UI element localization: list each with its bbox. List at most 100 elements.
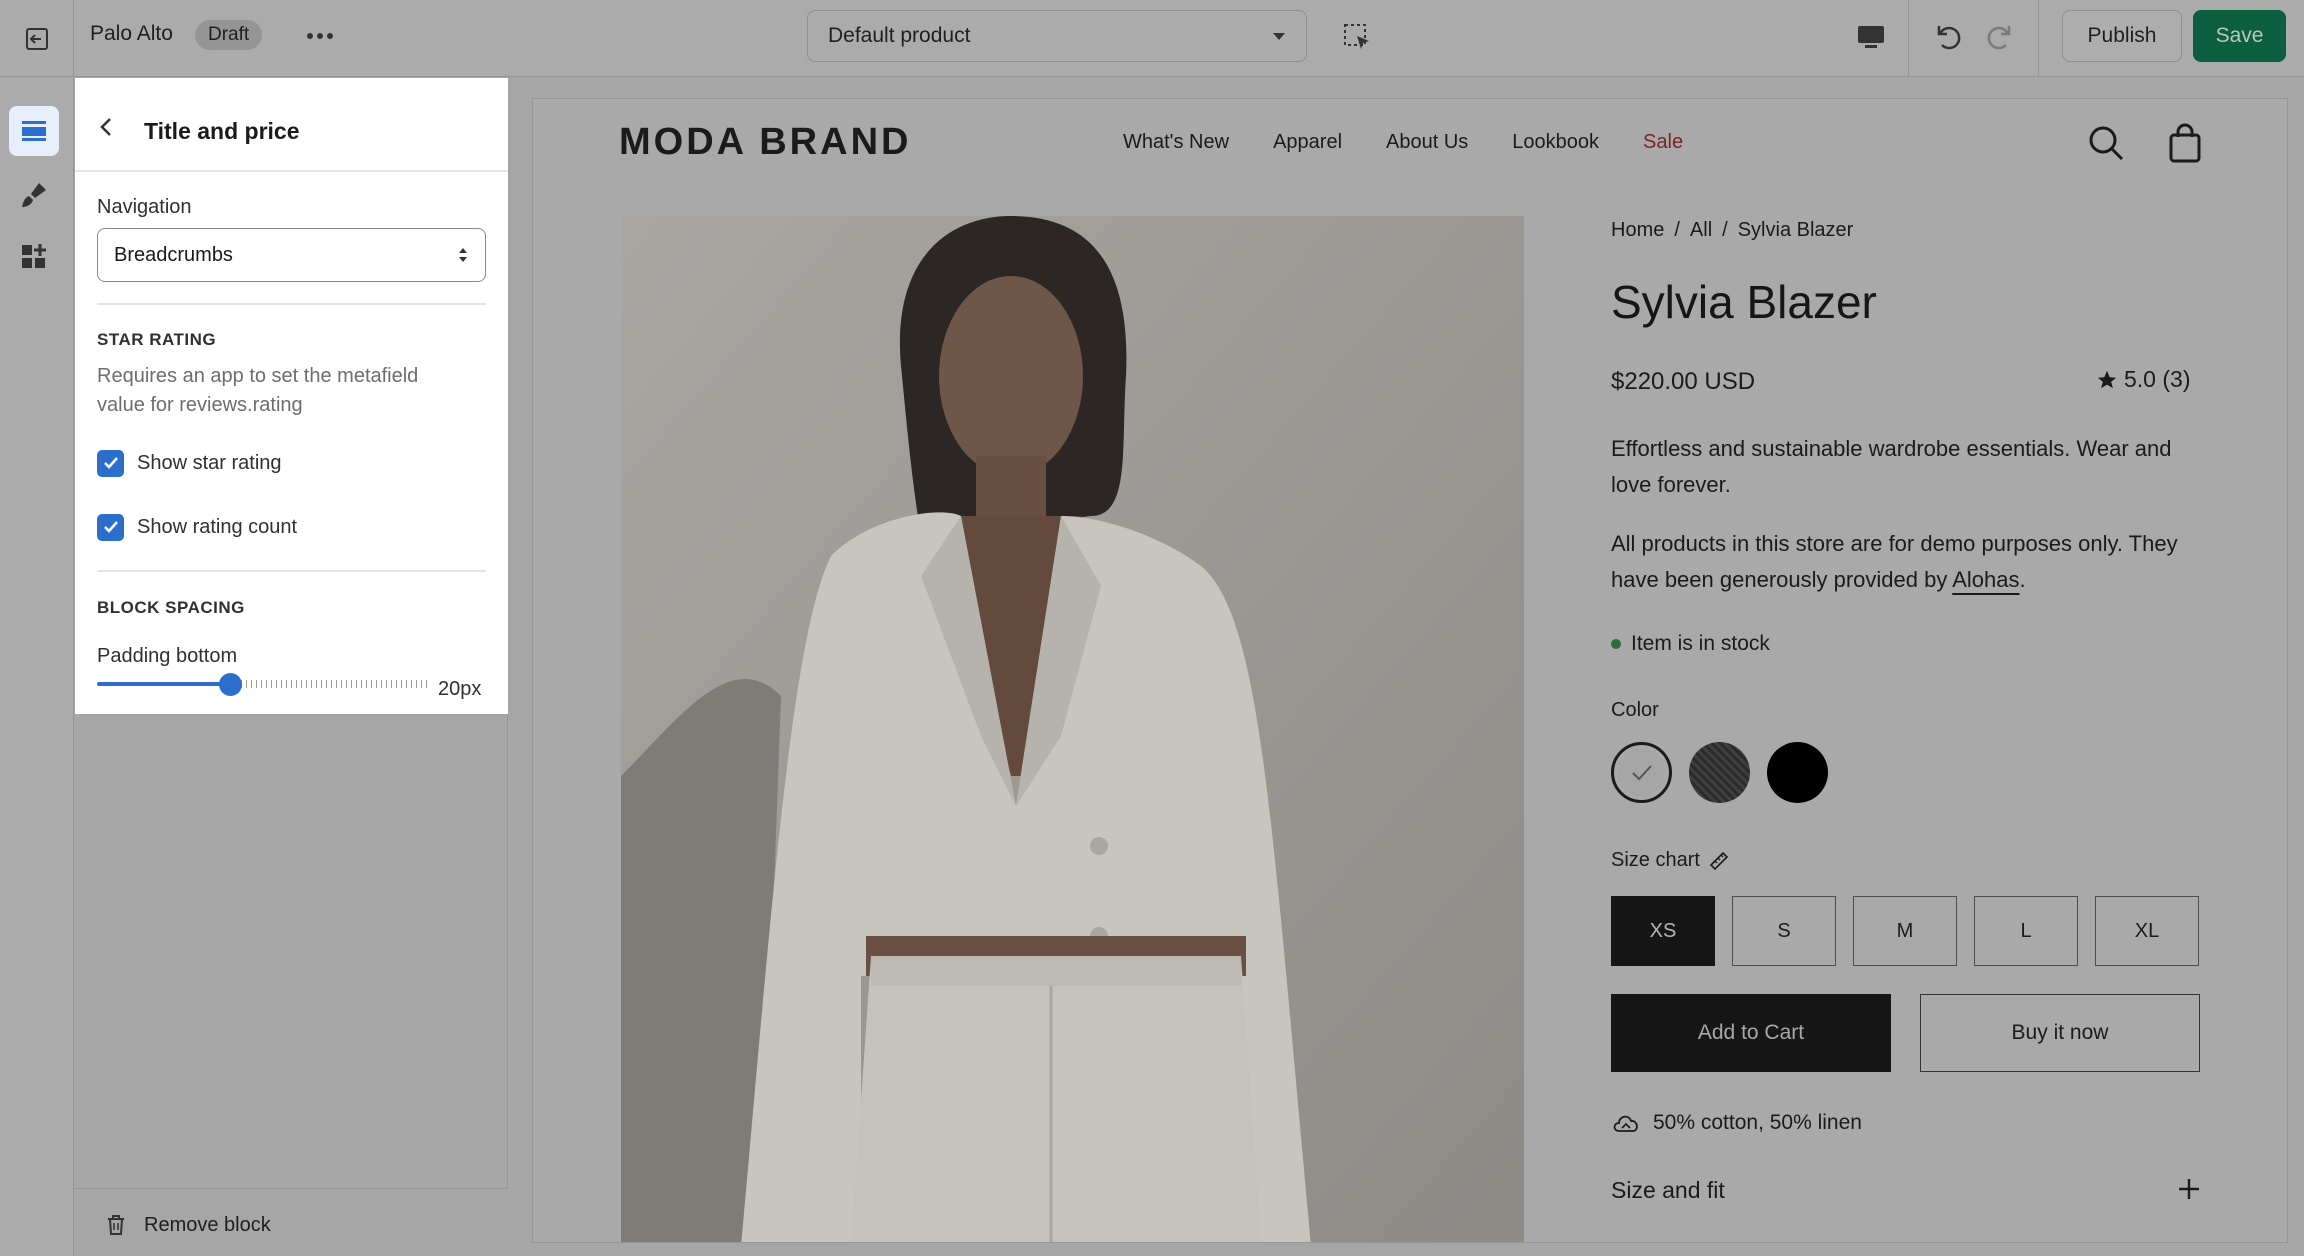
block-spacing-heading: BLOCK SPACING bbox=[97, 598, 245, 617]
size-option-l[interactable]: L bbox=[1974, 896, 2078, 966]
padding-bottom-label: Padding bottom bbox=[97, 645, 238, 667]
panel-header: Title and price bbox=[75, 78, 508, 172]
caret-down-icon bbox=[1273, 32, 1285, 40]
stock-status: Item is in stock bbox=[1611, 632, 1770, 656]
slider-track-fill bbox=[97, 682, 231, 686]
apps-button[interactable] bbox=[9, 232, 59, 282]
desktop-preview-button[interactable] bbox=[1852, 18, 1890, 56]
alohas-link[interactable]: Alohas bbox=[1952, 567, 2019, 592]
breadcrumb-home[interactable]: Home bbox=[1611, 219, 1664, 242]
publish-button[interactable]: Publish bbox=[2062, 10, 2182, 62]
color-label: Color bbox=[1611, 699, 1659, 721]
divider bbox=[2038, 0, 2039, 77]
buy-it-now-button[interactable]: Buy it now bbox=[1920, 994, 2200, 1072]
nav-item-whats-new[interactable]: What's New bbox=[1123, 131, 1229, 154]
redo-icon bbox=[1987, 26, 2011, 50]
redo-button[interactable] bbox=[1980, 16, 2020, 56]
exit-icon bbox=[25, 27, 48, 50]
divider bbox=[97, 303, 486, 305]
material-text: 50% cotton, 50% linen bbox=[1653, 1111, 1862, 1134]
sections-icon bbox=[22, 121, 46, 141]
size-option-s[interactable]: S bbox=[1732, 896, 1836, 966]
undo-icon bbox=[1937, 26, 1961, 50]
padding-bottom-value: 20px bbox=[438, 678, 482, 700]
color-swatch-black[interactable] bbox=[1767, 742, 1828, 803]
size-option-m[interactable]: M bbox=[1853, 896, 1957, 966]
exit-button[interactable] bbox=[0, 0, 74, 77]
size-and-fit-accordion[interactable]: Size and fit bbox=[1611, 1177, 1725, 1204]
checkmark-icon bbox=[103, 521, 118, 533]
breadcrumb-separator: / bbox=[1722, 219, 1728, 241]
nav-item-sale[interactable]: Sale bbox=[1643, 131, 1683, 154]
size-option-xl[interactable]: XL bbox=[2095, 896, 2199, 966]
left-rail bbox=[0, 78, 74, 1256]
in-stock-dot bbox=[1611, 639, 1621, 649]
more-horizontal-icon bbox=[307, 33, 333, 39]
top-bar: Palo Alto Draft Default product Publish … bbox=[0, 0, 2304, 77]
panel-footer: Remove block bbox=[75, 1188, 508, 1256]
checkmark-icon bbox=[103, 457, 118, 469]
store-nav: What's New Apparel About Us Lookbook Sal… bbox=[1123, 131, 1683, 154]
inspector-button[interactable] bbox=[1338, 18, 1376, 56]
demo-text: All products in this store are for demo … bbox=[1611, 531, 2178, 592]
shopping-bag-icon[interactable] bbox=[2167, 123, 2203, 163]
ruler-icon bbox=[1709, 851, 1729, 870]
apps-icon bbox=[22, 244, 46, 268]
checkbox-checked[interactable] bbox=[97, 449, 124, 477]
product-photo-illustration bbox=[621, 216, 1524, 1242]
checkbox-checked[interactable] bbox=[97, 513, 124, 541]
product-rating: 5.0 (3) bbox=[2096, 366, 2190, 393]
material-info: 50% cotton, 50% linen bbox=[1611, 1109, 1862, 1137]
more-actions-button[interactable] bbox=[298, 20, 342, 52]
store-preview: MODA BRAND What's New Apparel About Us L… bbox=[532, 98, 2288, 1243]
desktop-icon bbox=[1858, 26, 1884, 48]
breadcrumb-separator: / bbox=[1674, 219, 1680, 241]
panel-title: Title and price bbox=[144, 118, 300, 144]
show-rating-count-checkbox[interactable]: Show rating count bbox=[97, 513, 297, 541]
demo-text-end: . bbox=[2019, 567, 2026, 592]
color-swatch-charcoal[interactable] bbox=[1689, 742, 1750, 803]
template-select-value: Default product bbox=[828, 24, 971, 47]
slider-thumb[interactable] bbox=[219, 673, 242, 696]
show-star-rating-checkbox[interactable]: Show star rating bbox=[97, 449, 282, 477]
product-image[interactable] bbox=[621, 216, 1524, 1242]
back-button[interactable] bbox=[95, 116, 117, 138]
plus-icon[interactable] bbox=[2177, 1177, 2201, 1201]
size-chart-link[interactable]: Size chart bbox=[1611, 849, 1730, 872]
nav-item-about-us[interactable]: About Us bbox=[1386, 131, 1468, 154]
chevron-left-icon bbox=[100, 118, 111, 136]
show-star-rating-label: Show star rating bbox=[137, 451, 282, 474]
save-button[interactable]: Save bbox=[2193, 10, 2286, 62]
color-swatch-white[interactable] bbox=[1611, 742, 1672, 803]
store-logo[interactable]: MODA BRAND bbox=[619, 121, 911, 164]
navigation-select[interactable]: Breadcrumbs bbox=[97, 228, 486, 282]
select-arrows-icon bbox=[459, 248, 467, 262]
breadcrumb: Home / All / Sylvia Blazer bbox=[1611, 219, 1853, 242]
slider-track bbox=[231, 680, 427, 688]
nav-item-lookbook[interactable]: Lookbook bbox=[1512, 131, 1599, 154]
nav-item-apparel[interactable]: Apparel bbox=[1273, 131, 1342, 154]
star-rating-heading: STAR RATING bbox=[97, 330, 217, 349]
undo-button[interactable] bbox=[1928, 16, 1968, 56]
paintbrush-icon bbox=[22, 183, 46, 207]
search-icon[interactable] bbox=[2086, 123, 2126, 163]
stock-text: Item is in stock bbox=[1631, 632, 1770, 655]
sections-button[interactable] bbox=[9, 106, 59, 156]
add-to-cart-button[interactable]: Add to Cart bbox=[1611, 994, 1891, 1072]
product-description: Effortless and sustainable wardrobe esse… bbox=[1611, 436, 2172, 497]
settings-panel: Title and price Navigation Breadcrumbs S… bbox=[75, 78, 508, 714]
store-name: Palo Alto bbox=[90, 22, 173, 45]
template-select[interactable]: Default product bbox=[807, 10, 1307, 62]
remove-block-button[interactable]: Remove block bbox=[144, 1214, 271, 1237]
rating-value: 5.0 (3) bbox=[2124, 366, 2191, 392]
checkmark-icon bbox=[1631, 764, 1652, 780]
breadcrumb-current: Sylvia Blazer bbox=[1737, 219, 1854, 241]
padding-bottom-slider[interactable] bbox=[97, 672, 427, 696]
navigation-select-value: Breadcrumbs bbox=[114, 243, 233, 266]
breadcrumb-all[interactable]: All bbox=[1690, 219, 1712, 242]
trash-icon bbox=[105, 1213, 127, 1237]
size-option-xs[interactable]: XS bbox=[1611, 896, 1715, 966]
divider bbox=[97, 570, 486, 572]
product-title: Sylvia Blazer bbox=[1611, 276, 1877, 328]
theme-settings-button[interactable] bbox=[9, 170, 59, 220]
